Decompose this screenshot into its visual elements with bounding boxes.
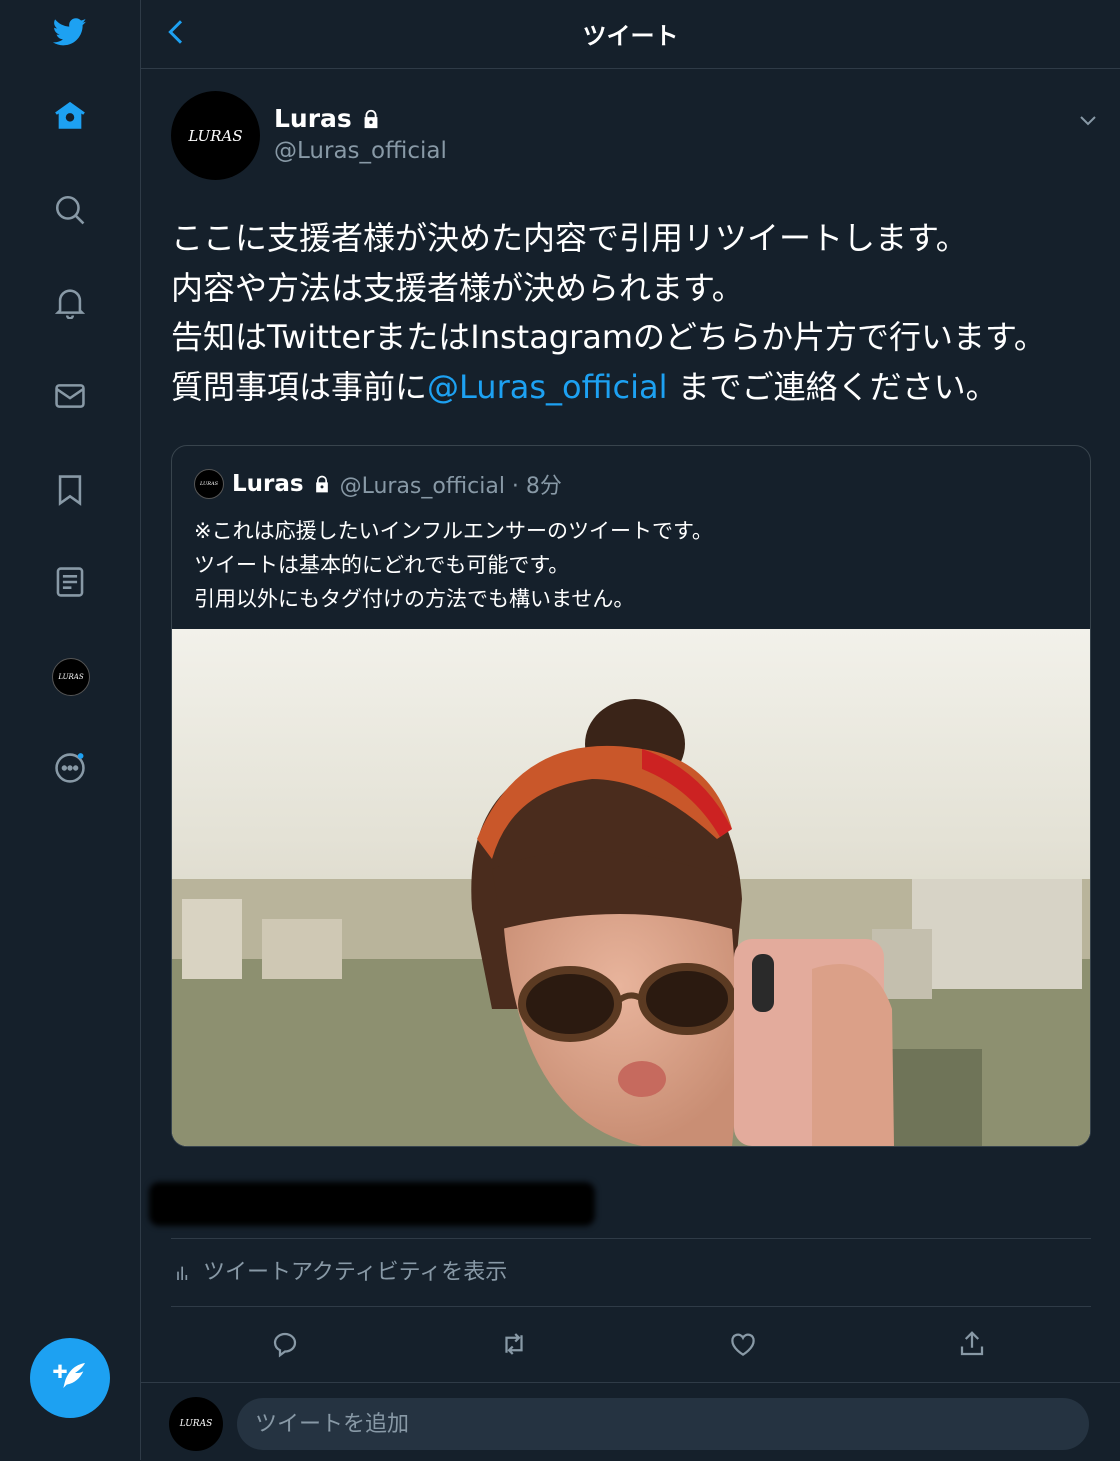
reply-composer: LURAS [141, 1382, 1120, 1461]
quoted-author-avatar: LURAS [194, 469, 224, 499]
home-icon[interactable] [46, 92, 94, 140]
author-handle[interactable]: @Luras_official [274, 138, 447, 164]
divider [171, 1306, 1091, 1307]
bookmark-icon[interactable] [46, 466, 94, 514]
lock-icon [364, 109, 378, 128]
quoted-tweet-header: LURAS Luras @Luras_official · 8分 [194, 468, 562, 500]
divider [171, 1238, 1091, 1239]
tweet-activity-link[interactable]: ツイートアクティビティを表示 [173, 1254, 507, 1286]
author-avatar[interactable]: LURAS [171, 91, 260, 180]
reply-avatar: LURAS [169, 1397, 223, 1451]
share-button[interactable] [946, 1318, 998, 1370]
reply-button[interactable] [259, 1318, 311, 1370]
bar-chart-icon [177, 1266, 188, 1280]
sidebar: LURAS [0, 0, 141, 1460]
like-button[interactable] [717, 1318, 769, 1370]
author-name[interactable]: Luras [274, 104, 382, 133]
tweet-line: ここに支援者様が決めた内容で引用リツイートします。 [171, 219, 968, 257]
chevron-down-icon[interactable] [1076, 108, 1100, 132]
search-icon[interactable] [46, 186, 94, 234]
tweet-text: ここに支援者様が決めた内容で引用リツイートします。 内容や方法は支援者様が決めら… [171, 214, 1091, 412]
retweet-button[interactable] [488, 1318, 540, 1370]
tweet-actions [171, 1318, 1091, 1370]
reply-input[interactable] [237, 1398, 1089, 1450]
tweet-line: 質問事項は事前に@Luras_official までご連絡ください。 [171, 367, 998, 406]
header: ツイート [141, 0, 1120, 69]
quoted-tweet-meta: @Luras_official · 8分 [339, 474, 562, 499]
redacted-bar [149, 1182, 595, 1226]
bell-icon[interactable] [46, 278, 94, 326]
quoted-author-name: Luras [232, 471, 304, 497]
lock-icon [315, 475, 328, 493]
reply-icon [273, 1332, 297, 1358]
main-column: ツイート LURAS Luras @Luras_official ここに支援者様… [141, 0, 1120, 1460]
quoted-tweet-text: ※これは応援したいインフルエンサーのツイートです。 ツイートは基本的にどれでも可… [194, 514, 713, 616]
feather-icon [53, 1363, 85, 1388]
profile-avatar[interactable]: LURAS [52, 658, 90, 696]
quoted-line: ※これは応援したいインフルエンサーのツイートです。 [194, 519, 713, 543]
more-icon[interactable] [46, 744, 94, 792]
tweet-line: 告知はTwitterまたはInstagramのどちらか片方で行います。 [171, 318, 1046, 356]
quoted-tweet[interactable]: LURAS Luras @Luras_official · 8分 ※これは応援し… [171, 445, 1091, 1147]
share-icon [960, 1331, 984, 1356]
mention-link[interactable]: @Luras_official [427, 368, 667, 406]
like-icon [731, 1333, 755, 1356]
quoted-tweet-photo[interactable] [172, 629, 1090, 1146]
mail-icon[interactable] [46, 372, 94, 420]
tweet-line: 内容や方法は支援者様が決められます。 [171, 268, 744, 307]
quoted-line: ツイートは基本的にどれでも可能です。 [194, 553, 570, 577]
compose-tweet-button[interactable] [30, 1338, 110, 1418]
quoted-line: 引用以外にもタグ付けの方法でも構いません。 [194, 587, 635, 611]
retweet-icon [505, 1333, 523, 1355]
list-icon[interactable] [46, 558, 94, 606]
page-title: ツイート [582, 22, 679, 50]
twitter-logo-icon[interactable] [46, 8, 94, 56]
